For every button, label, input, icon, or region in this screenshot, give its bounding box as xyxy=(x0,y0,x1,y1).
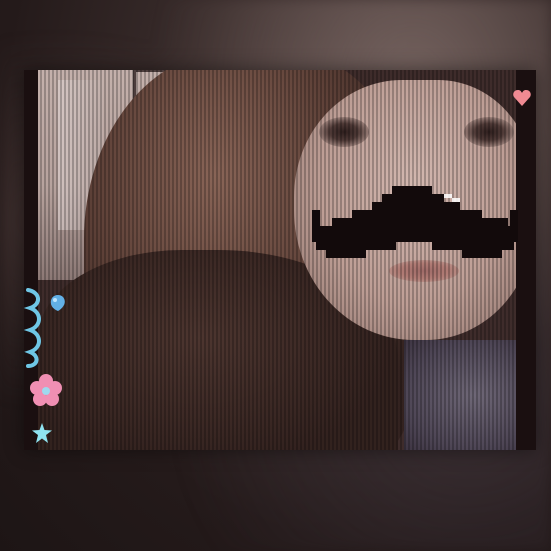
heart-icon[interactable] xyxy=(512,88,532,108)
balloon-icon[interactable] xyxy=(48,293,68,315)
photo-canvas xyxy=(0,0,551,551)
star-icon[interactable] xyxy=(31,422,53,444)
right-eye xyxy=(464,117,514,147)
selfie-photo xyxy=(24,70,536,450)
flower-icon[interactable] xyxy=(30,374,62,406)
mouth xyxy=(389,260,459,282)
pixel-mustache-icon[interactable] xyxy=(312,186,518,260)
left-eye xyxy=(319,117,369,147)
right-frame-bar xyxy=(516,70,536,450)
